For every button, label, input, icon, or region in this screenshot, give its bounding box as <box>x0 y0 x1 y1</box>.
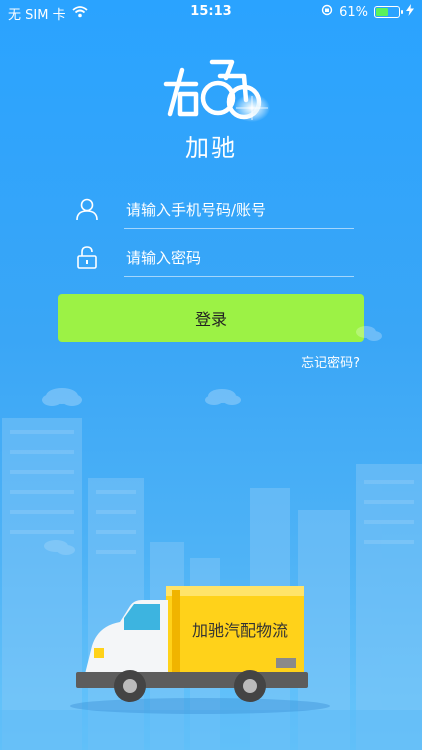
phone-field <box>74 192 354 229</box>
battery-percent: 61% <box>339 4 368 20</box>
city-illustration: 加驰汽配物流 <box>0 326 422 750</box>
truck-label: 加驰汽配物流 <box>192 621 288 640</box>
phone-input[interactable] <box>124 192 354 229</box>
user-icon <box>74 196 100 222</box>
password-input[interactable] <box>124 240 354 277</box>
battery-cap <box>401 10 403 14</box>
app-logo <box>160 48 270 128</box>
charging-icon <box>406 4 414 20</box>
battery-icon <box>374 6 403 18</box>
app-name: 加驰 <box>185 134 237 162</box>
password-field <box>74 240 354 277</box>
status-bar: 无 SIM 卡 15:13 61% <box>0 0 422 24</box>
lock-icon <box>74 244 100 270</box>
battery-level <box>376 8 388 16</box>
login-screen: 无 SIM 卡 15:13 61% 加驰 请输入手机号码/账号 登录 忘记密码?… <box>0 0 422 750</box>
orientation-lock-icon <box>321 4 333 20</box>
